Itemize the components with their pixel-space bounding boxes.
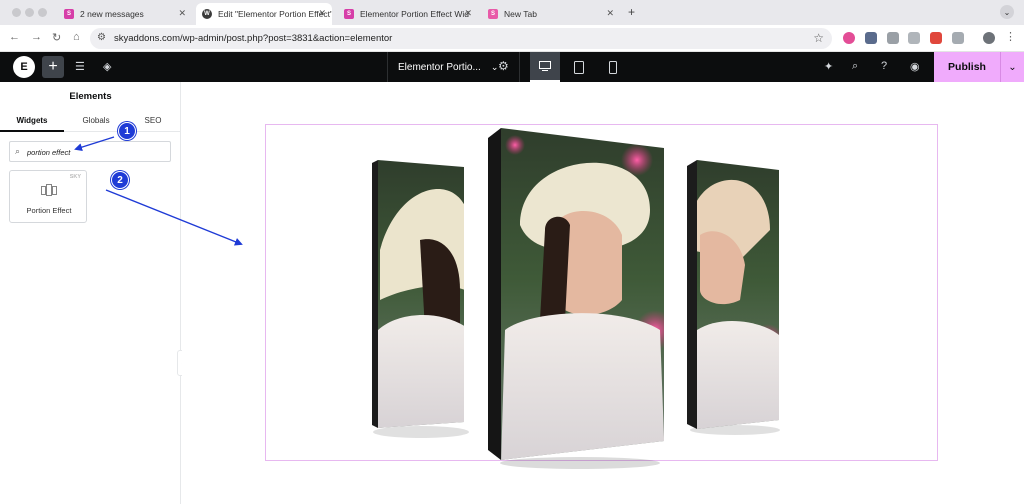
menu-dots-icon[interactable]: ⋮ [1005,30,1016,43]
forward-arrow-icon[interactable]: → [31,31,42,43]
active-tab-indicator [0,130,64,132]
extension-icon[interactable] [908,32,920,44]
avatar[interactable] [983,32,995,44]
sky-icon: S [64,9,74,19]
window-zoom-dot[interactable] [38,8,47,17]
tablet-view-button[interactable] [564,52,594,82]
sky-icon: S [488,9,498,19]
desktop-view-button[interactable] [530,52,560,82]
mobile-icon [609,60,617,74]
step-marker-1: 1 [118,122,136,140]
widget-search-field[interactable]: ⌕ [9,141,171,162]
canvas-section-outline[interactable] [265,124,938,461]
browser-tab-active[interactable]: W Edit "Elementor Portion Effect" ✕ [196,3,332,25]
close-icon[interactable]: ✕ [178,8,186,19]
extension-icon[interactable] [887,32,899,44]
wordpress-icon: W [202,9,212,19]
elementor-logo-icon[interactable]: E [13,56,35,78]
mobile-view-button[interactable] [598,52,628,82]
widget-search-input[interactable] [27,145,167,159]
elements-panel: Elements Widgets Globals SEO ⌕ SKY Porti… [0,82,181,504]
elementor-top-bar: E + ☰ ◈ Elementor Portio... ⌄ ⚙ ✦ ⌕ ? ◉ … [0,52,1024,82]
close-icon[interactable]: ✕ [318,8,326,19]
desktop-icon [539,61,551,71]
browser-tab[interactable]: S Elementor Portion Effect Wid ✕ [338,3,478,25]
url-text: skyaddons.com/wp-admin/post.php?post=383… [114,33,393,44]
structure-layers-icon[interactable]: ◈ [103,60,111,73]
back-arrow-icon[interactable]: ← [9,31,20,43]
portion-effect-widget[interactable]: SKY Portion Effect [9,170,87,223]
window-close-dot[interactable] [12,8,21,17]
chevron-down-icon[interactable]: ⌄ [1000,5,1014,19]
tab-label: Edit "Elementor Portion Effect" [218,9,332,19]
home-icon[interactable]: ⌂ [73,31,80,43]
tab-label: Elementor Portion Effect Wid [360,9,469,19]
publish-options-chevron-icon[interactable]: ⌄ [1000,52,1024,82]
search-icon[interactable]: ⌕ [852,60,858,73]
help-icon[interactable]: ? [881,60,887,72]
step-marker-2: 2 [111,171,129,189]
preview-eye-icon[interactable]: ◉ [910,60,920,73]
extension-icon[interactable] [930,32,942,44]
close-icon[interactable]: ✕ [606,8,614,19]
address-bar: ← → ↻ ⌂ ⚙ skyaddons.com/wp-admin/post.ph… [0,25,1024,52]
url-omnibox[interactable]: ⚙ skyaddons.com/wp-admin/post.php?post=3… [90,28,832,49]
shield-icon[interactable] [865,32,877,44]
sky-icon: S [344,9,354,19]
tablet-icon [574,60,584,74]
site-settings-icon[interactable]: ⚙ [97,32,106,43]
puzzle-icon[interactable] [952,32,964,44]
tab-seo[interactable]: SEO [128,116,178,125]
portion-effect-icon [41,184,57,196]
window-minimize-dot[interactable] [25,8,34,17]
publish-button[interactable]: Publish [934,52,1000,82]
reload-icon[interactable]: ↻ [52,31,61,44]
bookmark-star-icon[interactable]: ☆ [813,31,824,45]
notifications-megaphone-icon[interactable]: ✦ [824,60,833,73]
sky-badge: SKY [69,174,81,180]
new-tab-plus-icon[interactable]: + [628,5,635,19]
panel-tabs: Widgets Globals SEO [0,111,181,132]
tab-widgets[interactable]: Widgets [0,116,64,125]
extension-icon[interactable] [843,32,855,44]
search-icon: ⌕ [15,146,21,156]
browser-tab[interactable]: S New Tab ✕ [482,3,620,25]
document-title: Elementor Portio... [398,61,481,73]
tab-label: 2 new messages [80,9,144,19]
site-settings-sliders-icon[interactable]: ☰ [75,60,85,73]
close-icon[interactable]: ✕ [464,8,472,19]
tab-globals[interactable]: Globals [64,116,128,125]
page-settings-gear-icon[interactable]: ⚙ [498,59,509,73]
browser-tab-strip: S 2 new messages ✕ W Edit "Elementor Por… [0,0,1024,25]
screenshot-root: S 2 new messages ✕ W Edit "Elementor Por… [0,0,1024,504]
panel-title: Elements [69,91,112,102]
widget-label: Portion Effect [26,206,72,215]
tab-label: New Tab [504,9,537,19]
add-element-button[interactable]: + [42,56,64,78]
browser-tab[interactable]: S 2 new messages ✕ [58,3,192,25]
